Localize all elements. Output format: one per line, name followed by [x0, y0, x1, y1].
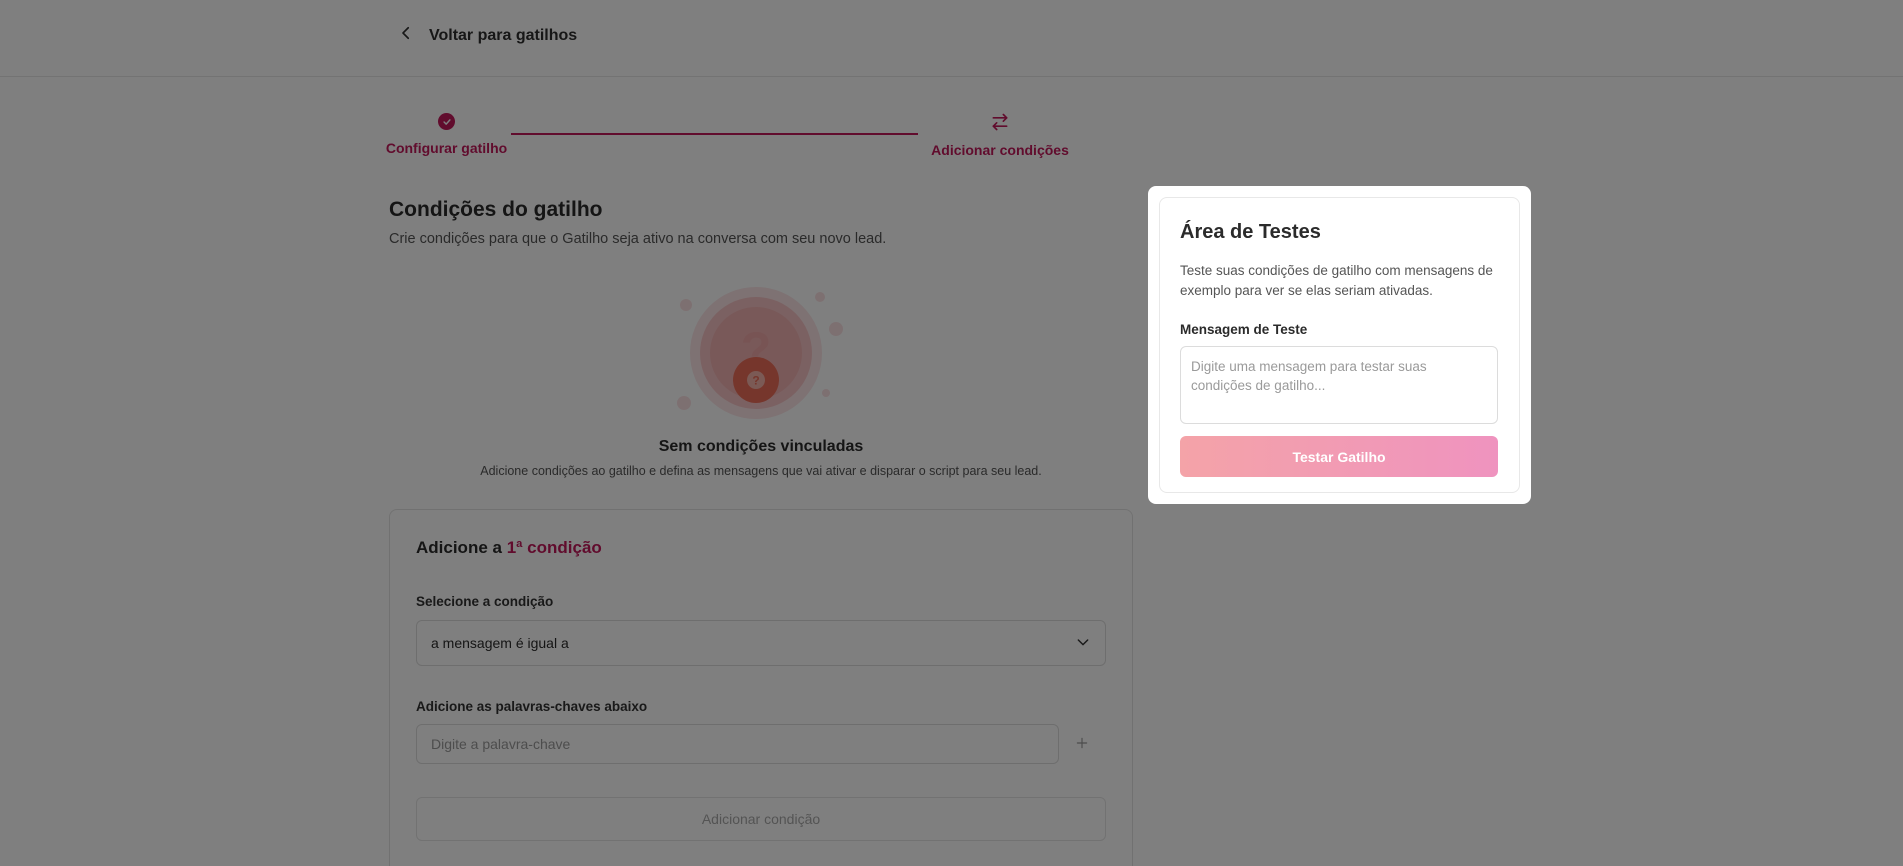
test-area-modal: Área de Testes Teste suas condições de g…: [1148, 186, 1531, 504]
modal-description: Teste suas condições de gatilho com mens…: [1180, 263, 1493, 298]
test-trigger-button[interactable]: Testar Gatilho: [1180, 436, 1498, 477]
modal-backdrop[interactable]: [0, 0, 1903, 866]
test-message-input[interactable]: [1180, 346, 1498, 424]
test-area-panel: Área de Testes Teste suas condições de g…: [1159, 197, 1520, 493]
modal-title: Área de Testes: [1180, 221, 1321, 243]
test-message-label: Mensagem de Teste: [1180, 322, 1308, 337]
